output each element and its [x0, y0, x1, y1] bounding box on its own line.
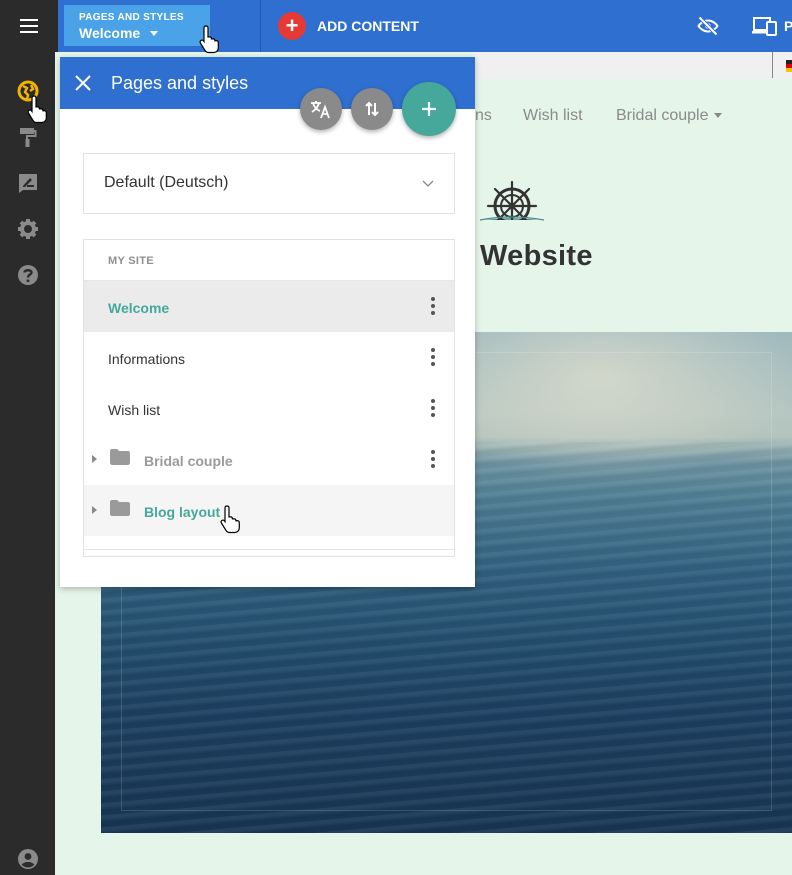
page-item-wish-list[interactable]: Wish list [84, 383, 454, 434]
pages-and-styles-label: PAGES AND STYLES [79, 12, 184, 23]
toolbar-cut-label[interactable]: P [784, 18, 792, 34]
reorder-button[interactable] [351, 88, 393, 130]
more-vert-icon[interactable] [430, 450, 436, 468]
site-nav-item-bridal-couple[interactable]: Bridal couple [616, 107, 722, 125]
style-select-value: Default (Deutsch) [104, 174, 229, 191]
folder-icon [110, 449, 130, 465]
close-icon[interactable] [74, 74, 92, 92]
edit-note-icon[interactable] [17, 172, 39, 194]
folder-icon [110, 500, 130, 516]
hand-cursor-icon [199, 25, 219, 54]
list-header: MY SITE [84, 240, 454, 281]
hand-cursor-icon [220, 505, 240, 534]
page-item-informations[interactable]: Informations [84, 332, 454, 383]
translate-icon [311, 101, 330, 119]
plus-icon: + [278, 12, 306, 40]
site-nav-item-wish-list[interactable]: Wish list [523, 107, 583, 125]
style-select[interactable]: Default (Deutsch) [83, 153, 455, 214]
help-icon[interactable] [17, 264, 39, 286]
left-sidebar [0, 52, 55, 875]
strip-divider [772, 52, 773, 78]
more-vert-icon[interactable] [430, 348, 436, 366]
page-item-label: Blog layout [144, 504, 221, 520]
german-flag-icon[interactable] [786, 60, 792, 72]
paint-roller-icon[interactable] [17, 126, 39, 148]
page-item-label: Informations [108, 351, 186, 367]
page-item-welcome[interactable]: Welcome [84, 281, 454, 332]
ship-wheel-logo [476, 180, 548, 228]
page-item-bridal-couple[interactable]: Bridal couple [84, 434, 454, 485]
more-vert-icon[interactable] [430, 297, 436, 315]
add-content-button[interactable]: + ADD CONTENT [278, 12, 419, 40]
page-item-label: Wish list [108, 402, 161, 418]
page-item-label: Bridal couple [144, 453, 233, 469]
add-page-button[interactable] [402, 82, 456, 136]
page-item-label: Welcome [108, 300, 170, 316]
expand-arrow-icon[interactable] [92, 455, 97, 463]
site-title: Website [480, 240, 593, 272]
panel-title: Pages and styles [111, 73, 249, 93]
site-nav-item-informations[interactable]: ns [475, 107, 492, 125]
hamburger-icon [20, 19, 38, 33]
preview-hidden-eye-icon[interactable] [696, 14, 720, 38]
device-preview-icon[interactable] [752, 15, 778, 37]
hand-cursor-icon [27, 95, 47, 124]
site-language-strip [475, 52, 792, 79]
pages-list: MY SITE Welcome Informations Wish list B… [83, 239, 455, 557]
sort-arrows-icon [365, 101, 379, 117]
toolbar-divider [260, 0, 261, 52]
dropdown-caret-icon [150, 30, 159, 36]
dropdown-caret-icon [713, 113, 722, 119]
plus-icon [422, 102, 436, 116]
list-footer [84, 536, 454, 550]
page-item-blog-layout[interactable]: Blog layout [84, 485, 454, 536]
current-page-value: Welcome [79, 25, 141, 41]
top-toolbar: PAGES AND STYLES Welcome + ADD CONTENT P [0, 0, 792, 52]
chevron-down-icon [422, 180, 434, 187]
translate-button[interactable] [300, 88, 342, 130]
menu-button[interactable] [0, 0, 58, 52]
pages-and-styles-panel: Pages and styles Default (Deutsch) MY SI… [60, 57, 475, 587]
expand-arrow-icon[interactable] [92, 506, 97, 514]
more-vert-icon[interactable] [430, 399, 436, 417]
account-icon[interactable] [18, 849, 38, 869]
pages-and-styles-button[interactable]: PAGES AND STYLES Welcome [64, 5, 210, 46]
gear-icon[interactable] [17, 218, 39, 240]
add-content-label: ADD CONTENT [317, 18, 419, 34]
